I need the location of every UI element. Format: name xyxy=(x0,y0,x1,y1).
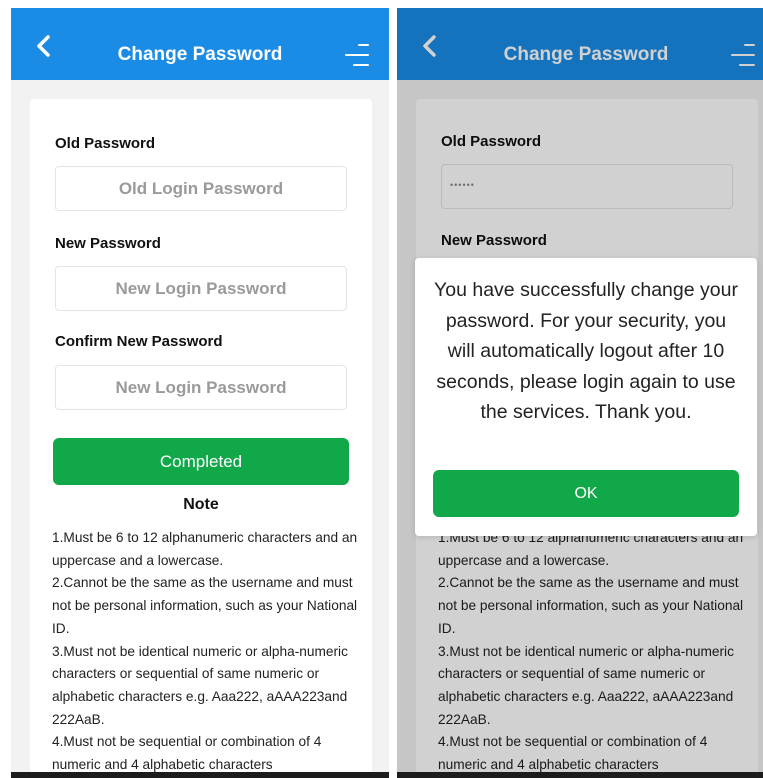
system-nav-bar xyxy=(11,772,389,778)
old-password-input[interactable] xyxy=(56,167,346,210)
new-password-input[interactable] xyxy=(56,267,346,310)
password-form: Old Password New Password Confirm New Pa… xyxy=(30,99,372,778)
confirm-password-field[interactable] xyxy=(55,365,347,410)
page-title: Change Password xyxy=(117,44,283,65)
old-password-field[interactable] xyxy=(55,166,347,211)
password-rules: 1.Must be 6 to 12 alphanumeric character… xyxy=(52,530,358,773)
completed-button[interactable]: Completed xyxy=(53,438,349,485)
change-password-screen-empty: Change Password Old Password New Passwor… xyxy=(11,8,389,778)
success-message: You have successfully change your passwo… xyxy=(434,279,738,423)
system-nav-bar xyxy=(397,772,763,778)
confirm-password-label: Confirm New Password xyxy=(55,333,223,350)
change-password-screen-success: Change Password Old Password •••••• New … xyxy=(397,8,763,778)
app-header: Change Password xyxy=(11,8,389,80)
new-password-label: New Password xyxy=(55,235,161,252)
confirm-password-input[interactable] xyxy=(56,366,346,409)
menu-icon[interactable] xyxy=(343,42,369,68)
new-password-field[interactable] xyxy=(55,266,347,311)
note-title: Note xyxy=(183,496,219,513)
ok-button[interactable]: OK xyxy=(433,470,739,517)
old-password-label: Old Password xyxy=(55,135,156,152)
success-dialog: You have successfully change your passwo… xyxy=(415,258,757,536)
